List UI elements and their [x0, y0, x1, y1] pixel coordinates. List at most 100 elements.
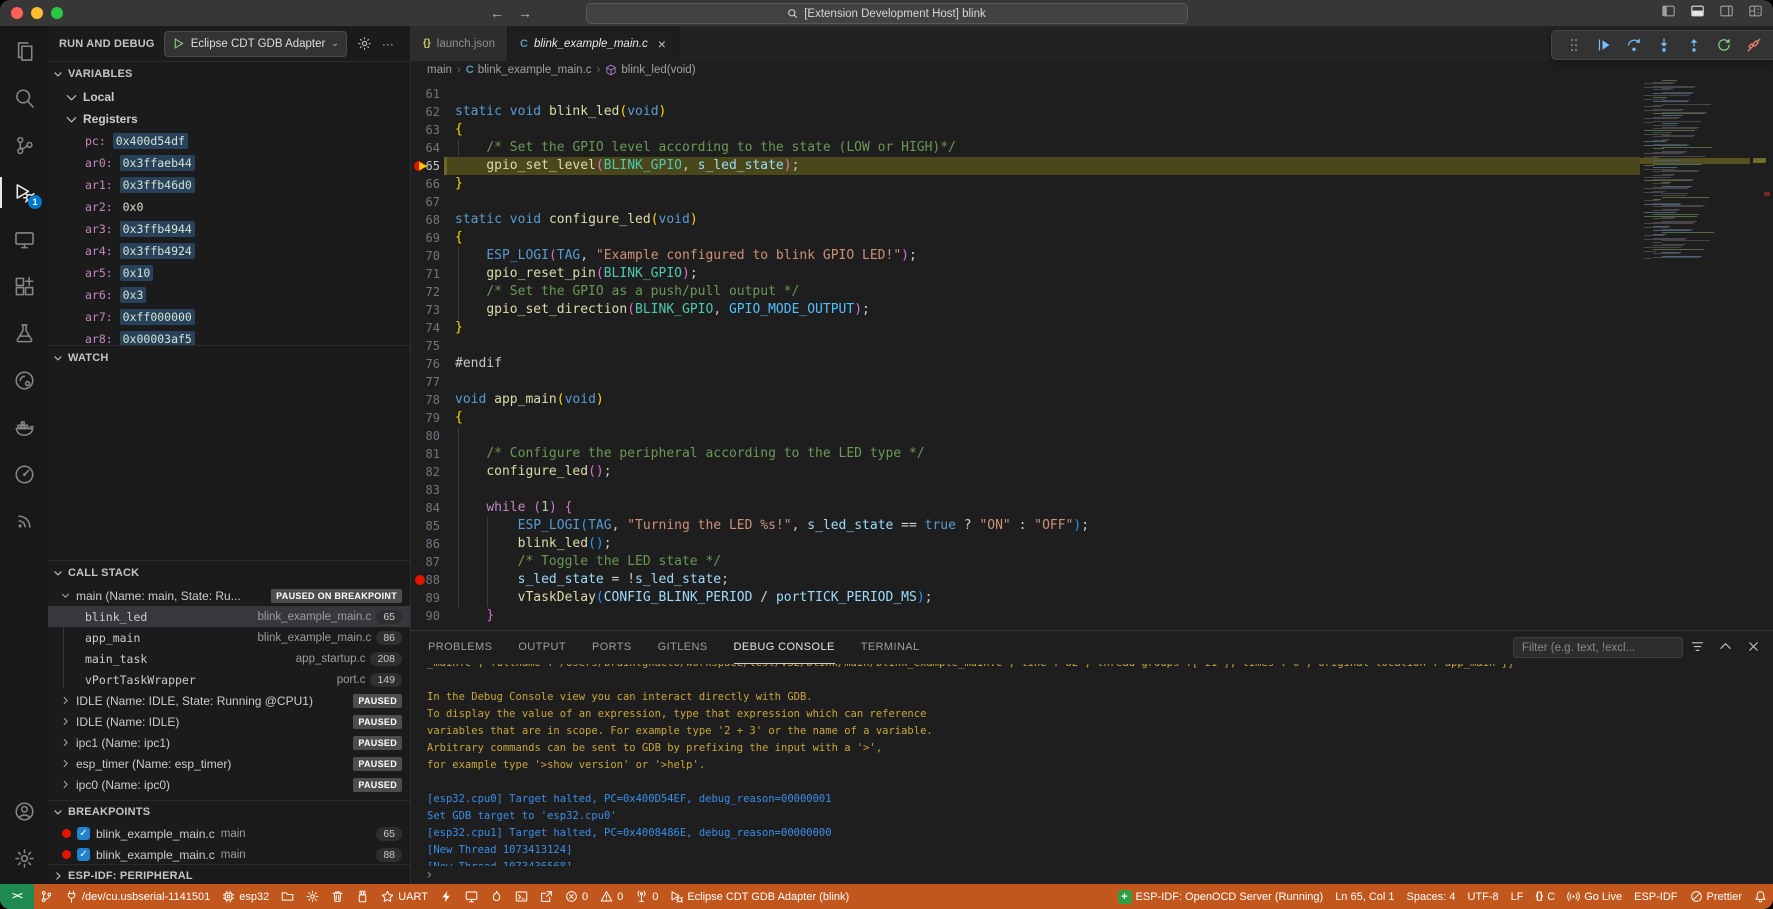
panel-tab-output[interactable]: OUTPUT	[518, 631, 566, 664]
toggle-primary-sidebar-icon[interactable]	[1661, 4, 1676, 23]
variables-group[interactable]: Local	[48, 86, 410, 108]
status-open-external[interactable]	[534, 884, 559, 909]
status-debug-session[interactable]: Eclipse CDT GDB Adapter (blink)	[664, 884, 855, 909]
code-line-66[interactable]: 66}	[411, 175, 1640, 193]
register-row[interactable]: ar1: 0x3ffb46d0	[48, 174, 410, 196]
code-line-70[interactable]: 70 ESP_LOGI(TAG, "Example configured to …	[411, 247, 1640, 265]
activity-search-icon[interactable]	[0, 75, 48, 122]
console-filter-input[interactable]	[1513, 637, 1683, 658]
code-line-65[interactable]: 65 gpio_set_level(BLINK_GPIO, s_led_stat…	[411, 157, 1640, 175]
status-full-clean[interactable]	[325, 884, 350, 909]
code-line-81[interactable]: 81 /* Configure the peripheral according…	[411, 445, 1640, 463]
code-line-61[interactable]: 61	[411, 85, 1640, 103]
debug-config-dropdown[interactable]: Eclipse CDT GDB Adapter ⌄	[164, 31, 347, 57]
code-line-71[interactable]: 71 gpio_reset_pin(BLINK_GPIO);	[411, 265, 1640, 283]
panel-tab-ports[interactable]: PORTS	[592, 631, 632, 664]
step-out-button[interactable]	[1686, 37, 1702, 53]
status-language-mode[interactable]: {}C	[1529, 884, 1561, 909]
panel-tab-debug-console[interactable]: DEBUG CONSOLE	[734, 631, 835, 664]
minimap[interactable]	[1640, 79, 1750, 630]
status-serial-port[interactable]: /dev/cu.usbserial-1141501	[59, 884, 216, 909]
status-device-target[interactable]: esp32	[216, 884, 275, 909]
activity-testing-icon[interactable]	[0, 310, 48, 357]
code-line-87[interactable]: 87 /* Toggle the LED state */	[411, 553, 1640, 571]
code-line-78[interactable]: 78void app_main(void)	[411, 391, 1640, 409]
breakpoint-row[interactable]: ✓blink_example_main.cmain65	[48, 823, 410, 844]
activity-accounts-icon[interactable]	[0, 788, 48, 835]
maximize-panel-icon[interactable]	[1718, 639, 1733, 654]
close-button[interactable]	[11, 7, 23, 19]
code-line-85[interactable]: 85 ESP_LOGI(TAG, "Turning the LED %s!", …	[411, 517, 1640, 535]
watch-header[interactable]: WATCH	[48, 346, 410, 370]
activity-espressif-icon[interactable]	[0, 498, 48, 545]
stack-frame[interactable]: app_mainblink_example_main.c86	[48, 627, 410, 648]
register-row[interactable]: ar0: 0x3ffaeb44	[48, 152, 410, 174]
status-project-folder[interactable]	[275, 884, 300, 909]
disconnect-button[interactable]	[1746, 37, 1762, 53]
breakpoint-row[interactable]: ✓blink_example_main.cmain88	[48, 844, 410, 865]
code-line-86[interactable]: 86 blink_led();	[411, 535, 1640, 553]
overview-ruler[interactable]	[1750, 79, 1773, 630]
status-warnings[interactable]: 0	[594, 884, 629, 909]
breakpoints-header[interactable]: BREAKPOINTS	[48, 801, 410, 823]
code-line-83[interactable]: 83	[411, 481, 1640, 499]
code-line-69[interactable]: 69{	[411, 229, 1640, 247]
thread-row[interactable]: main (Name: main, State: Ru...PAUSED ON …	[48, 585, 410, 606]
activity-source-control-icon[interactable]	[0, 122, 48, 169]
continue-button[interactable]	[1596, 37, 1612, 53]
code-line-73[interactable]: 73 gpio_set_direction(BLINK_GPIO, GPIO_M…	[411, 301, 1640, 319]
code-line-82[interactable]: 82 configure_led();	[411, 463, 1640, 481]
thread-row[interactable]: IDLE (Name: IDLE)PAUSED	[48, 711, 410, 732]
register-row[interactable]: ar3: 0x3ffb4944	[48, 218, 410, 240]
stack-frame[interactable]: vPortTaskWrapperport.c149	[48, 669, 410, 690]
status-monitor[interactable]	[459, 884, 484, 909]
back-button[interactable]: ←	[490, 5, 504, 21]
code-line-68[interactable]: 68static void configure_led(void)	[411, 211, 1640, 229]
code-line-63[interactable]: 63{	[411, 121, 1640, 139]
gear-icon[interactable]	[357, 36, 372, 51]
status-eol[interactable]: LF	[1505, 884, 1530, 909]
breakpoint-checkbox[interactable]: ✓	[77, 827, 90, 840]
status-go-live[interactable]: Go Live	[1561, 884, 1628, 909]
code-line-89[interactable]: 89 vTaskDelay(CONFIG_BLINK_PERIOD / port…	[411, 589, 1640, 607]
debug-console-output[interactable]: _main.c","fullname":"/Users/braintghacto…	[411, 664, 1759, 866]
step-over-button[interactable]	[1626, 37, 1642, 53]
status-openocd-server[interactable]: +ESP-IDF: OpenOCD Server (Running)	[1112, 884, 1330, 909]
start-debug-icon[interactable]	[172, 37, 185, 50]
activity-esp-idf-explorer-icon[interactable]	[0, 357, 48, 404]
breadcrumb-item[interactable]: main	[427, 64, 452, 76]
step-into-button[interactable]	[1656, 37, 1672, 53]
register-row[interactable]: ar6: 0x3	[48, 284, 410, 306]
breadcrumb-item[interactable]: Cblink_example_main.c	[466, 64, 592, 76]
stack-frame[interactable]: blink_ledblink_example_main.c65	[48, 606, 410, 627]
peripheral-header[interactable]: ESP-IDF: PERIPHERAL	[48, 865, 410, 886]
code-line-76[interactable]: 76#endif	[411, 355, 1640, 373]
activity-extensions-icon[interactable]	[0, 263, 48, 310]
code-line-90[interactable]: 90 }	[411, 607, 1640, 625]
code-line-64[interactable]: 64 /* Set the GPIO level according to th…	[411, 139, 1640, 157]
breadcrumb-item[interactable]: blink_led(void)	[605, 64, 695, 76]
thread-row[interactable]: esp_timer (Name: esp_timer)PAUSED	[48, 753, 410, 774]
panel-tab-gitlens[interactable]: GITLENS	[658, 631, 708, 664]
register-row[interactable]: ar2: 0x0	[48, 196, 410, 218]
code-line-67[interactable]: 67	[411, 193, 1640, 211]
status-ports-forwarded[interactable]: 0	[629, 884, 664, 909]
drag-grip-button[interactable]	[1566, 37, 1582, 53]
tab-launch.json[interactable]: {}launch.json	[411, 26, 508, 61]
variables-group[interactable]: Registers	[48, 108, 410, 130]
code-line-88[interactable]: 88 s_led_state = !s_led_state;	[411, 571, 1640, 589]
activity-manage-icon[interactable]	[0, 835, 48, 882]
minimize-button[interactable]	[31, 7, 43, 19]
toggle-secondary-sidebar-icon[interactable]	[1719, 4, 1734, 23]
code-line-77[interactable]: 77	[411, 373, 1640, 391]
register-row[interactable]: pc: 0x400d54df	[48, 130, 410, 152]
register-row[interactable]: ar4: 0x3ffb4924	[48, 240, 410, 262]
panel-tab-terminal[interactable]: TERMINAL	[861, 631, 920, 664]
status-encoding[interactable]: UTF-8	[1461, 884, 1504, 909]
activity-docker-icon[interactable]	[0, 404, 48, 451]
status-prettier[interactable]: Prettier	[1684, 884, 1748, 909]
code-line-75[interactable]: 75	[411, 337, 1640, 355]
status-indentation[interactable]: Spaces: 4	[1401, 884, 1462, 909]
register-row[interactable]: ar5: 0x10	[48, 262, 410, 284]
register-row[interactable]: ar8: 0x00003af5	[48, 328, 410, 346]
